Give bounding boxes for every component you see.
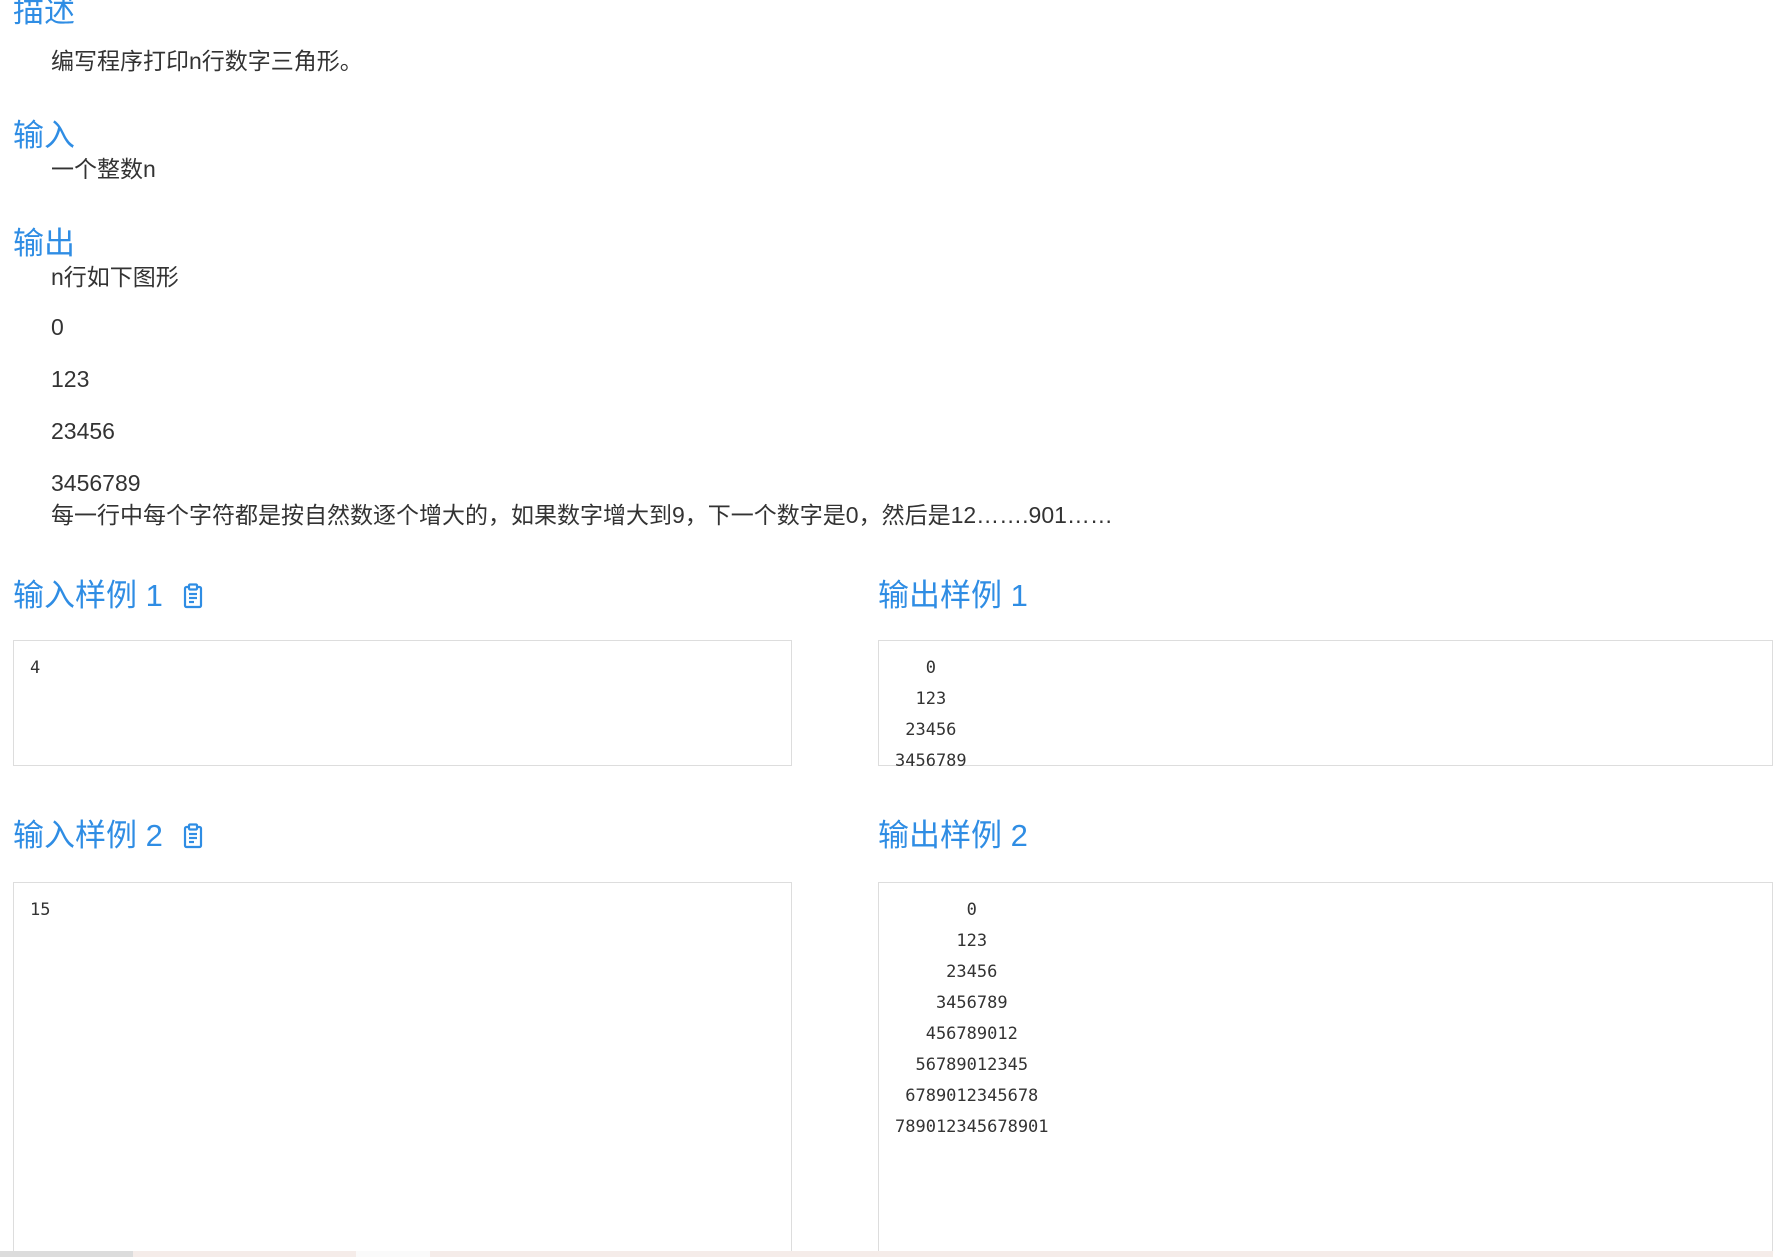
output-line: 23456 bbox=[946, 962, 998, 982]
output-sample-1-title-text: 输出样例 1 bbox=[878, 578, 1028, 613]
description-heading: 描述 bbox=[13, 0, 75, 29]
output-sample-2-box[interactable]: 0 123 23456 3456789 456789012 5678901234… bbox=[878, 882, 1773, 1257]
bottom-edge-segment bbox=[0, 1251, 133, 1257]
clipboard-icon[interactable] bbox=[183, 582, 203, 609]
output-sample-2-content: 0 123 23456 3456789 456789012 5678901234… bbox=[895, 895, 1049, 1143]
input-heading: 输入 bbox=[13, 118, 75, 153]
output-sample-1-box[interactable]: 0 123 23456 3456789 bbox=[878, 640, 1773, 771]
output-line: 23456 bbox=[905, 720, 957, 740]
output-figure-line: 123 bbox=[51, 366, 90, 392]
output-line: 6789012345678 bbox=[905, 1086, 1039, 1106]
input-sample-2-content: 15 bbox=[30, 900, 51, 920]
output-figure-line: 23456 bbox=[51, 418, 115, 444]
input-sample-2-title-text: 输入样例 2 bbox=[13, 818, 163, 853]
output-sample-2-title: 输出样例 2 bbox=[878, 820, 1028, 851]
output-line: 56789012345 bbox=[915, 1055, 1029, 1075]
output-figure-line: 3456789 bbox=[51, 470, 141, 496]
input-sample-2-box[interactable]: 15 bbox=[13, 882, 792, 1257]
output-note: 每一行中每个字符都是按自然数逐个增大的，如果数字增大到9，下一个数字是0，然后是… bbox=[51, 502, 1113, 528]
output-line: 123 bbox=[915, 689, 947, 709]
output-line: 123 bbox=[956, 931, 988, 951]
output-line: 0 bbox=[925, 658, 936, 678]
output-heading: 输出 bbox=[13, 226, 75, 261]
output-line: 3456789 bbox=[935, 993, 1008, 1013]
output-line: 3456789 bbox=[895, 751, 967, 771]
clipboard-icon[interactable] bbox=[183, 822, 203, 849]
input-sample-1-content: 4 bbox=[30, 658, 41, 678]
output-line: 789012345678901 bbox=[895, 1117, 1049, 1137]
description-text: 编写程序打印n行数字三角形。 bbox=[51, 48, 363, 74]
input-sample-1-box[interactable]: 4 bbox=[13, 640, 792, 766]
output-line: 0 bbox=[966, 900, 977, 920]
output-sample-1-content: 0 123 23456 3456789 bbox=[895, 653, 967, 777]
input-sample-1-title-text: 输入样例 1 bbox=[13, 578, 163, 613]
input-sample-1-title: 输入样例 1 bbox=[13, 580, 203, 611]
output-sample-2-title-text: 输出样例 2 bbox=[878, 818, 1028, 853]
bottom-edge-strip bbox=[0, 1251, 1773, 1257]
output-sample-1-title: 输出样例 1 bbox=[878, 580, 1028, 611]
input-sample-2-title: 输入样例 2 bbox=[13, 820, 203, 851]
output-text: n行如下图形 bbox=[51, 264, 179, 290]
output-figure-line: 0 bbox=[51, 314, 64, 340]
output-line: 456789012 bbox=[925, 1024, 1018, 1044]
bottom-edge-segment bbox=[356, 1251, 430, 1257]
input-text: 一个整数n bbox=[51, 156, 156, 182]
